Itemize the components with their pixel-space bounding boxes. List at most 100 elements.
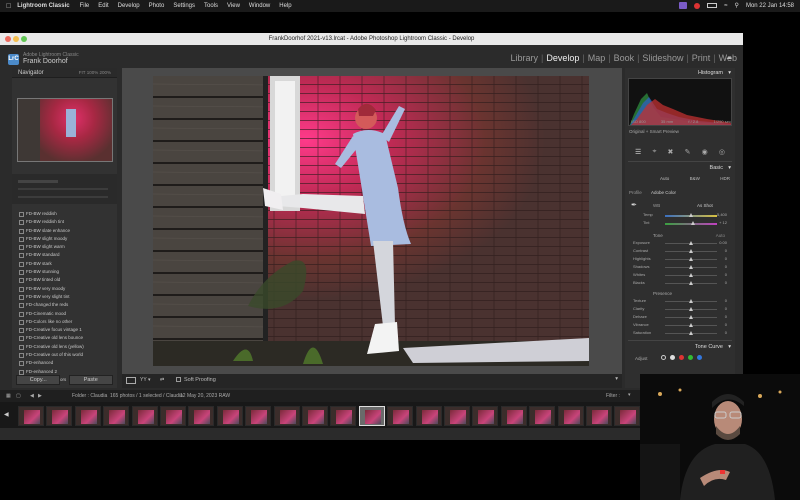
- module-map[interactable]: Map: [585, 53, 609, 63]
- menu-photo[interactable]: Photo: [149, 3, 165, 9]
- toolbar-menu-icon[interactable]: ▾: [615, 376, 618, 382]
- filter-label[interactable]: Filter :: [606, 393, 620, 399]
- treatment-hdr[interactable]: HDR: [720, 176, 730, 181]
- vibrance-slider[interactable]: Vibrance 0: [633, 322, 733, 328]
- navigator-header[interactable]: Navigator FIT 100% 200%: [12, 68, 117, 78]
- prev-photo-icon[interactable]: ◀: [30, 393, 34, 399]
- saturation-knob[interactable]: [689, 331, 693, 335]
- highlights-slider[interactable]: Highlights 0: [633, 256, 733, 262]
- curve-point-icon[interactable]: [670, 355, 675, 360]
- source-label[interactable]: Folder : Claudia: [72, 393, 107, 399]
- cloud-sync-icon[interactable]: ☁: [726, 54, 732, 61]
- temp-slider[interactable]: Temp 5,400: [633, 212, 733, 218]
- curve-parametric-icon[interactable]: [661, 355, 666, 360]
- zoom-window-button[interactable]: [21, 36, 27, 42]
- search-icon[interactable]: ⚲: [735, 2, 739, 9]
- before-after-icon[interactable]: YY ▾: [140, 377, 150, 383]
- filmstrip-thumb[interactable]: [586, 406, 612, 426]
- dehaze-knob[interactable]: [689, 315, 693, 319]
- menu-edit[interactable]: Edit: [98, 3, 108, 9]
- curve-blue-icon[interactable]: [697, 355, 702, 360]
- exposure-knob[interactable]: [689, 241, 693, 245]
- menu-settings[interactable]: Settings: [173, 3, 195, 9]
- menu-app-name[interactable]: Lightroom Classic: [17, 3, 69, 9]
- menu-help[interactable]: Help: [279, 3, 291, 9]
- record-icon[interactable]: [694, 2, 701, 9]
- preset-item[interactable]: FD-BW very moody: [18, 285, 114, 293]
- clarity-knob[interactable]: [689, 307, 693, 311]
- blacks-slider[interactable]: Blacks 0: [633, 280, 733, 286]
- module-book[interactable]: Book: [611, 53, 638, 63]
- module-library[interactable]: Library: [507, 53, 541, 63]
- basic-collapse-icon[interactable]: ▾: [728, 165, 731, 171]
- filmstrip-thumb[interactable]: [472, 406, 499, 426]
- whites-slider[interactable]: Whites 0: [633, 272, 733, 278]
- curve-red-icon[interactable]: [679, 355, 684, 360]
- preset-item[interactable]: FD-BW reddish tint: [18, 218, 114, 226]
- masking-tool-icon[interactable]: ◎: [719, 148, 725, 156]
- dehaze-slider[interactable]: Dehaze 0: [633, 314, 733, 320]
- tone-auto-button[interactable]: Auto: [716, 233, 725, 238]
- filmstrip-thumb[interactable]: [131, 406, 158, 426]
- preset-item[interactable]: FD-BW standard: [18, 251, 114, 259]
- preset-item[interactable]: FD-Creative old lens bounce: [18, 334, 114, 342]
- filmstrip-thumb[interactable]: [557, 406, 584, 426]
- shadows-value[interactable]: 0: [725, 264, 727, 269]
- apple-icon[interactable]: : [6, 3, 11, 10]
- whites-knob[interactable]: [689, 273, 693, 277]
- filmstrip-thumb[interactable]: [188, 406, 215, 426]
- menu-tools[interactable]: Tools: [204, 3, 218, 9]
- filmstrip-thumb[interactable]: [18, 406, 44, 426]
- soft-proofing-checkbox[interactable]: [176, 377, 181, 382]
- preset-item[interactable]: FD-Cinematic mood: [18, 310, 114, 318]
- paste-button[interactable]: Paste: [68, 375, 113, 385]
- vibrance-knob[interactable]: [689, 323, 693, 327]
- crop-tool-icon[interactable]: ⌖: [652, 148, 656, 156]
- highlights-knob[interactable]: [689, 257, 693, 261]
- filmstrip-thumb[interactable]: [74, 406, 101, 426]
- filmstrip-thumb[interactable]: [46, 406, 73, 426]
- profile-select[interactable]: Adobe Color: [651, 190, 676, 195]
- clarity-value[interactable]: 0: [725, 306, 727, 311]
- filmstrip-thumb[interactable]: [302, 406, 328, 426]
- histogram-title[interactable]: Histogram: [698, 70, 723, 76]
- preset-item[interactable]: FD-BW tinted old: [18, 276, 114, 284]
- sliders-tool-icon[interactable]: ☰: [635, 148, 641, 156]
- filmstrip-thumb[interactable]: [273, 406, 300, 426]
- menu-window[interactable]: Window: [249, 3, 270, 9]
- tint-slider[interactable]: Tint + 12: [633, 220, 733, 226]
- zoom-100[interactable]: 100%: [87, 70, 99, 75]
- filter-toggle-icon[interactable]: ▾: [628, 392, 631, 398]
- close-window-button[interactable]: [5, 36, 11, 42]
- status-app-icon[interactable]: [679, 2, 688, 9]
- module-slideshow[interactable]: Slideshow: [639, 53, 686, 63]
- texture-knob[interactable]: [689, 299, 693, 303]
- copy-button[interactable]: Copy...: [16, 375, 61, 385]
- next-photo-icon[interactable]: ▶: [38, 393, 42, 399]
- preset-item[interactable]: FD-BW stunning: [18, 268, 114, 276]
- dehaze-value[interactable]: 0: [725, 314, 727, 319]
- brush-tool-icon[interactable]: ✎: [685, 148, 691, 156]
- module-develop[interactable]: Develop: [543, 53, 582, 63]
- before-after-swap-icon[interactable]: ⇄: [160, 377, 164, 383]
- curve-green-icon[interactable]: [688, 355, 693, 360]
- preset-item[interactable]: FD-changed the reds: [18, 301, 114, 309]
- filmstrip-thumb[interactable]: [500, 406, 527, 426]
- histogram-collapse-icon[interactable]: ▾: [728, 70, 731, 76]
- preset-item[interactable]: FD-BW very slight tint: [18, 293, 114, 301]
- main-photo[interactable]: [153, 76, 589, 366]
- treatment-auto[interactable]: Auto: [660, 176, 669, 181]
- preset-item[interactable]: FD-BW slate enhance: [18, 227, 114, 235]
- saturation-value[interactable]: 0: [725, 330, 727, 335]
- contrast-value[interactable]: 0: [725, 248, 727, 253]
- filmstrip-thumb[interactable]: [330, 406, 357, 426]
- preset-item[interactable]: FD-BW slight moody: [18, 235, 114, 243]
- preset-item[interactable]: FD-BW slight warm: [18, 243, 114, 251]
- highlights-value[interactable]: 0: [725, 256, 727, 261]
- filmstrip-thumb[interactable]: [245, 406, 272, 426]
- preset-item[interactable]: FD-Colors like no other: [18, 318, 114, 326]
- blacks-value[interactable]: 0: [725, 280, 727, 285]
- tone-curve-title[interactable]: Tone Curve: [695, 344, 723, 350]
- heal-tool-icon[interactable]: ✖: [668, 148, 674, 156]
- wifi-icon[interactable]: ≈: [724, 3, 727, 9]
